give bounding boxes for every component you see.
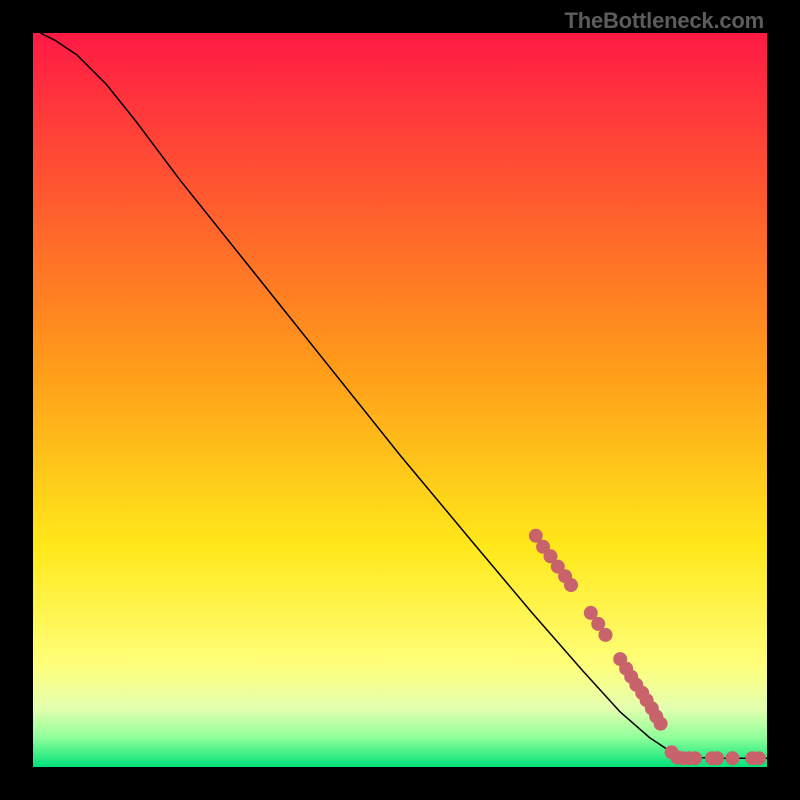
- chart-frame: TheBottleneck.com: [0, 0, 800, 800]
- watermark-label: TheBottleneck.com: [564, 8, 764, 34]
- plot-area: [33, 33, 767, 767]
- data-marker: [654, 717, 668, 731]
- data-marker: [752, 751, 766, 765]
- data-marker: [688, 751, 702, 765]
- data-marker: [726, 751, 740, 765]
- data-marker: [710, 751, 724, 765]
- plot-svg: [33, 33, 767, 767]
- gradient-bg: [33, 33, 767, 767]
- data-marker: [599, 628, 613, 642]
- data-marker: [564, 578, 578, 592]
